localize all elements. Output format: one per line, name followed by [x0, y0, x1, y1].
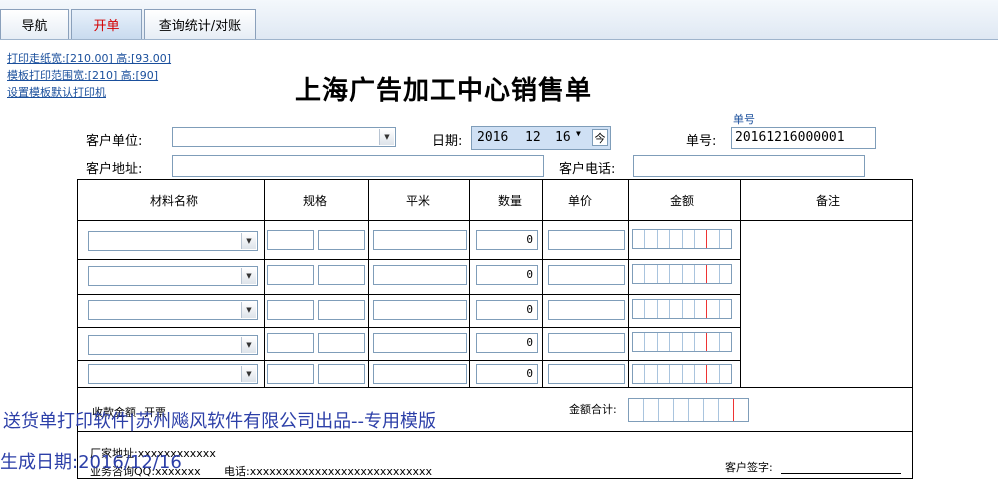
- spec-height-input[interactable]: [318, 300, 365, 320]
- material-select[interactable]: ▼: [88, 231, 258, 251]
- sqm-input[interactable]: [373, 230, 467, 250]
- watermark-line-2: 生成日期:2016/12/16: [0, 452, 182, 473]
- today-button[interactable]: 今: [592, 129, 608, 146]
- tab-query-stats[interactable]: 查询统计/对账: [144, 9, 256, 39]
- total-amount-field: [628, 398, 749, 422]
- spec-height-input[interactable]: [318, 265, 365, 285]
- print-range-link[interactable]: 模板打印范围宽:[210] 高:[90]: [7, 67, 158, 83]
- customer-unit-label: 客户单位:: [86, 134, 143, 149]
- spec-height-input[interactable]: [318, 364, 365, 384]
- price-input[interactable]: [548, 265, 625, 285]
- order-table: 材料名称 规格 平米 数量 单价 金额 备注 ▼ 0 ▼ 0 ▼ 0 ▼ 0 ▼…: [77, 179, 913, 479]
- date-year[interactable]: 2016: [477, 130, 508, 145]
- tab-bar: 导航 开单 查询统计/对账: [0, 0, 998, 40]
- amount-field: [632, 364, 732, 384]
- col-material: 材料名称: [150, 194, 199, 208]
- chevron-down-icon[interactable]: ▼: [576, 129, 581, 138]
- date-label: 日期:: [432, 134, 463, 149]
- qty-input[interactable]: 0: [476, 265, 538, 285]
- price-input[interactable]: [548, 230, 625, 250]
- set-printer-link[interactable]: 设置模板默认打印机: [7, 84, 106, 100]
- date-month[interactable]: 12: [525, 130, 541, 145]
- sqm-input[interactable]: [373, 300, 467, 320]
- signature-label: 客户签字:: [725, 461, 773, 474]
- amount-field: [632, 332, 732, 352]
- paper-size-link[interactable]: 打印走纸宽:[210.00] 高:[93.00]: [7, 50, 171, 66]
- phone-field[interactable]: [633, 155, 865, 177]
- chevron-down-icon[interactable]: ▼: [241, 337, 256, 353]
- spec-width-input[interactable]: [267, 364, 314, 384]
- spec-height-input[interactable]: [318, 333, 365, 353]
- chevron-down-icon[interactable]: ▼: [241, 233, 256, 249]
- material-select[interactable]: ▼: [88, 364, 258, 384]
- price-input[interactable]: [548, 300, 625, 320]
- order-no-field[interactable]: 20161216000001: [731, 127, 876, 149]
- spec-width-input[interactable]: [267, 230, 314, 250]
- phone-label: 客户电话:: [559, 162, 616, 177]
- watermark-line-1: 送货单打印软件|苏州飚风软件有限公司出品--专用模版: [3, 411, 437, 432]
- contact-phone: 电话:xxxxxxxxxxxxxxxxxxxxxxxxxxxx: [224, 465, 432, 478]
- col-amount: 金额: [670, 194, 695, 208]
- chevron-down-icon[interactable]: ▼: [241, 268, 256, 284]
- material-select[interactable]: ▼: [88, 266, 258, 286]
- tab-navigation[interactable]: 导航: [0, 9, 69, 39]
- spec-width-input[interactable]: [267, 333, 314, 353]
- spec-height-input[interactable]: [318, 230, 365, 250]
- tab-new-order[interactable]: 开单: [71, 9, 142, 39]
- sqm-input[interactable]: [373, 333, 467, 353]
- qty-input[interactable]: 0: [476, 333, 538, 353]
- customer-unit-select[interactable]: ▼: [172, 127, 396, 147]
- chevron-down-icon[interactable]: ▼: [241, 366, 256, 382]
- order-no-label: 单号:: [686, 134, 717, 149]
- address-field[interactable]: [172, 155, 544, 177]
- col-sqm: 平米: [406, 194, 431, 208]
- date-day[interactable]: 16: [555, 130, 571, 145]
- qty-input[interactable]: 0: [476, 364, 538, 384]
- material-select[interactable]: ▼: [88, 300, 258, 320]
- chevron-down-icon[interactable]: ▼: [241, 302, 256, 318]
- col-remark: 备注: [816, 194, 841, 208]
- amount-field: [632, 299, 732, 319]
- date-picker[interactable]: 2016 12 16 ▼ 今: [471, 126, 611, 150]
- col-price: 单价: [568, 194, 593, 208]
- address-label: 客户地址:: [86, 162, 143, 177]
- sqm-input[interactable]: [373, 364, 467, 384]
- amount-field: [632, 229, 732, 249]
- price-input[interactable]: [548, 333, 625, 353]
- order-no-caption: 单号: [733, 113, 755, 126]
- sqm-input[interactable]: [373, 265, 467, 285]
- chevron-down-icon[interactable]: ▼: [379, 129, 394, 145]
- col-spec: 规格: [303, 194, 328, 208]
- total-amount-label: 金额合计:: [569, 403, 617, 416]
- price-input[interactable]: [548, 364, 625, 384]
- material-select[interactable]: ▼: [88, 335, 258, 355]
- col-qty: 数量: [498, 194, 523, 208]
- page-title: 上海广告加工中心销售单: [295, 76, 593, 106]
- spec-width-input[interactable]: [267, 300, 314, 320]
- amount-field: [632, 264, 732, 284]
- qty-input[interactable]: 0: [476, 300, 538, 320]
- spec-width-input[interactable]: [267, 265, 314, 285]
- qty-input[interactable]: 0: [476, 230, 538, 250]
